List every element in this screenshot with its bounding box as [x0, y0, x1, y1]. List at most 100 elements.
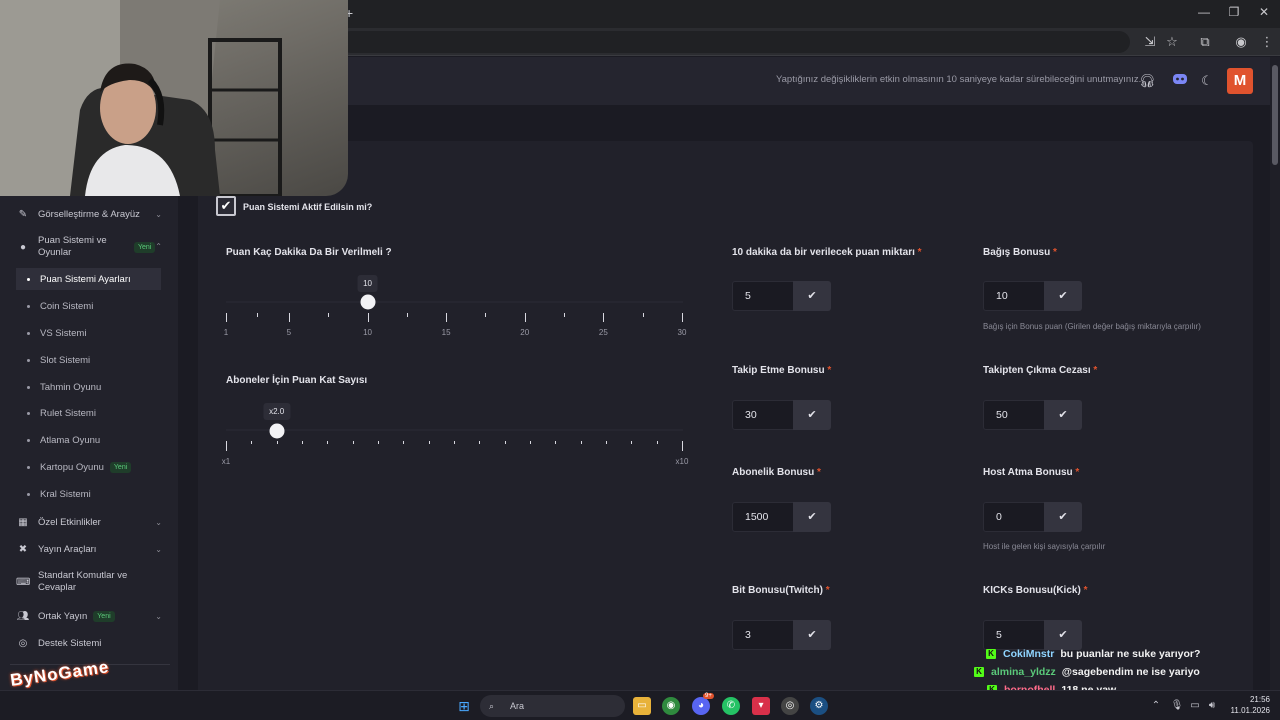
- sub-confirm-button[interactable]: ✔: [793, 502, 831, 532]
- host-input[interactable]: 0: [983, 502, 1045, 532]
- install-app-icon[interactable]: ⇲: [1141, 33, 1159, 51]
- kicks-label-text: KICKs Bonusu(Kick): [983, 585, 1081, 596]
- slider-minor-tick: [485, 313, 487, 317]
- points-active-checkbox[interactable]: ✔: [216, 196, 236, 216]
- unfollow-confirm-button[interactable]: ✔: [1044, 400, 1082, 430]
- scrollbar-thumb[interactable]: [1272, 65, 1278, 165]
- minimize-button[interactable]: —: [1194, 5, 1214, 19]
- unfollow-input[interactable]: 50: [983, 400, 1045, 430]
- required-mark: *: [827, 365, 832, 376]
- sidebar-subitem-points-settings[interactable]: Puan Sistemi Ayarları: [16, 268, 161, 290]
- sidebar-item-co-stream[interactable]: 👥︎ Ortak Yayın Yeni ⌄: [16, 609, 162, 623]
- sidebar-subitem-roulette[interactable]: Rulet Sistemi: [16, 402, 161, 424]
- slider-major-tick: [682, 441, 683, 451]
- interval-slider-track[interactable]: [226, 301, 683, 303]
- sidebar-item-label: Destek Sistemi: [38, 637, 102, 649]
- slider-minor-tick: [504, 441, 506, 444]
- multiplier-slider-track[interactable]: [226, 429, 683, 431]
- obs-icon[interactable]: ◎: [781, 697, 799, 715]
- address-bar[interactable]: [340, 31, 1130, 53]
- user-avatar[interactable]: M: [1227, 68, 1253, 94]
- file-explorer-icon[interactable]: ▭: [633, 697, 651, 715]
- donation-label: Bağış Bonusu *: [983, 247, 1057, 258]
- multiplier-slider-thumb[interactable]: [269, 423, 285, 439]
- discord-taskbar-icon[interactable]: ◕: [692, 697, 710, 715]
- sidebar-subitem-jump[interactable]: Atlama Oyunu: [16, 429, 161, 451]
- sidebar-subitem-vs[interactable]: VS Sistemi: [16, 322, 161, 344]
- donation-input[interactable]: 10: [983, 281, 1045, 311]
- sidebar-item-visualization[interactable]: ✎ Görselleştirme & Arayüz ⌄: [16, 207, 162, 221]
- unfollow-label-text: Takipten Çıkma Cezası: [983, 365, 1091, 376]
- microphone-icon[interactable]: 🎙︎: [1168, 697, 1186, 715]
- interval-slider-thumb[interactable]: [360, 294, 376, 310]
- donation-confirm-button[interactable]: ✔: [1044, 281, 1082, 311]
- host-confirm-button[interactable]: ✔: [1044, 502, 1082, 532]
- sub-input[interactable]: 1500: [732, 502, 794, 532]
- slider-tick-label: 10: [363, 328, 372, 337]
- slider-minor-tick: [530, 441, 531, 444]
- menu-kebab-icon[interactable]: ⋮: [1258, 33, 1276, 51]
- steam-icon[interactable]: ⚙: [810, 697, 828, 715]
- per10-input[interactable]: 5: [732, 281, 794, 311]
- volume-icon[interactable]: 🔊︎: [1203, 697, 1221, 715]
- sidebar-subitem-slot[interactable]: Slot Sistemi: [16, 349, 161, 371]
- subitem-label: Coin Sistemi: [40, 300, 94, 312]
- sidebar-item-stream-tools[interactable]: ✖ Yayın Araçları ⌄: [16, 542, 162, 556]
- page-scrollbar[interactable]: [1270, 57, 1280, 690]
- bookmark-star-icon[interactable]: ☆: [1163, 33, 1181, 51]
- sidebar-item-points-games[interactable]: ● Puan Sistemi ve Oyunlar Yeni ⌃: [16, 234, 162, 260]
- whatsapp-icon[interactable]: ✆: [722, 697, 740, 715]
- follow-confirm-button[interactable]: ✔: [793, 400, 831, 430]
- discord-icon[interactable]: [1171, 72, 1189, 90]
- bits-label-text: Bit Bonusu(Twitch): [732, 585, 823, 596]
- app-icon[interactable]: ▾: [752, 697, 770, 715]
- chat-username: CokiMnstr: [1003, 648, 1055, 660]
- follow-label-text: Takip Etme Bonusu: [732, 365, 825, 376]
- windows-start-icon[interactable]: ⊞: [455, 697, 473, 715]
- sidebar-subitem-coin[interactable]: Coin Sistemi: [16, 295, 161, 317]
- slider-tick-label: 15: [441, 328, 451, 337]
- kick-badge-icon: K: [986, 649, 996, 659]
- maximize-button[interactable]: ❐: [1224, 5, 1244, 19]
- taskbar-clock[interactable]: 21:56 11.01.2026: [1222, 694, 1270, 716]
- tray-chevron-icon[interactable]: ⌃: [1147, 697, 1165, 715]
- per10-label-text: 10 dakika da bir verilecek puan miktarı: [732, 247, 915, 258]
- sidebar-item-commands[interactable]: ⌨ Standart Komutlar ve Cevaplar: [16, 569, 162, 595]
- chevron-up-icon: ⌃: [155, 242, 162, 251]
- sidebar-item-special-events[interactable]: ▦ Özel Etkinlikler ⌄: [16, 515, 162, 529]
- subitem-label: Kral Sistemi: [40, 488, 91, 500]
- dark-mode-moon-icon[interactable]: ☾: [1198, 72, 1216, 90]
- sidebar-subitem-guess[interactable]: Tahmin Oyunu: [16, 376, 161, 398]
- per10-confirm-button[interactable]: ✔: [793, 281, 831, 311]
- slider-tick-label: 30: [677, 328, 687, 337]
- chevron-down-icon: ⌄: [155, 611, 162, 621]
- extensions-icon[interactable]: ⧉: [1196, 33, 1214, 51]
- profile-icon[interactable]: ◉: [1232, 33, 1250, 51]
- subitem-label: Puan Sistemi Ayarları: [40, 273, 131, 285]
- headset-icon[interactable]: 🎧︎: [1138, 72, 1156, 90]
- multiplier-slider-tooltip: x2.0: [263, 403, 291, 420]
- sidebar-item-support[interactable]: ◎ Destek Sistemi: [16, 636, 162, 650]
- slider-tick-label: 1: [223, 328, 229, 337]
- slider-minor-tick: [251, 441, 253, 444]
- chat-message: K almina_yldzz @sagebendim ne ise yariyo: [974, 664, 1200, 680]
- chat-text: bu puanlar ne suke yarıyor?: [1060, 648, 1201, 660]
- multiplier-slider-label: Aboneler İçin Puan Kat Sayısı: [226, 375, 368, 386]
- chrome-icon[interactable]: ◉: [662, 697, 680, 715]
- sidebar-subitem-snowball[interactable]: Kartopu Oyunu Yeni: [16, 456, 161, 478]
- donation-label-text: Bağış Bonusu: [983, 247, 1051, 258]
- chat-username: almina_yldzz: [991, 666, 1056, 678]
- new-badge: Yeni: [109, 461, 132, 473]
- taskbar-search[interactable]: ⌕ Ara: [480, 695, 625, 717]
- close-window-button[interactable]: ✕: [1254, 5, 1274, 19]
- sidebar-subitem-king[interactable]: Kral Sistemi: [16, 483, 161, 505]
- bits-input[interactable]: 3: [732, 620, 794, 650]
- display-icon[interactable]: ▭: [1186, 697, 1204, 715]
- follow-input[interactable]: 30: [732, 400, 794, 430]
- slider-tick-label: 5: [286, 328, 292, 337]
- multiplier-max-label: x10: [675, 457, 689, 466]
- bits-confirm-button[interactable]: ✔: [793, 620, 831, 650]
- check-icon: ✔: [1058, 511, 1068, 523]
- subitem-label: Atlama Oyunu: [40, 434, 101, 446]
- check-icon: ✔: [807, 409, 817, 421]
